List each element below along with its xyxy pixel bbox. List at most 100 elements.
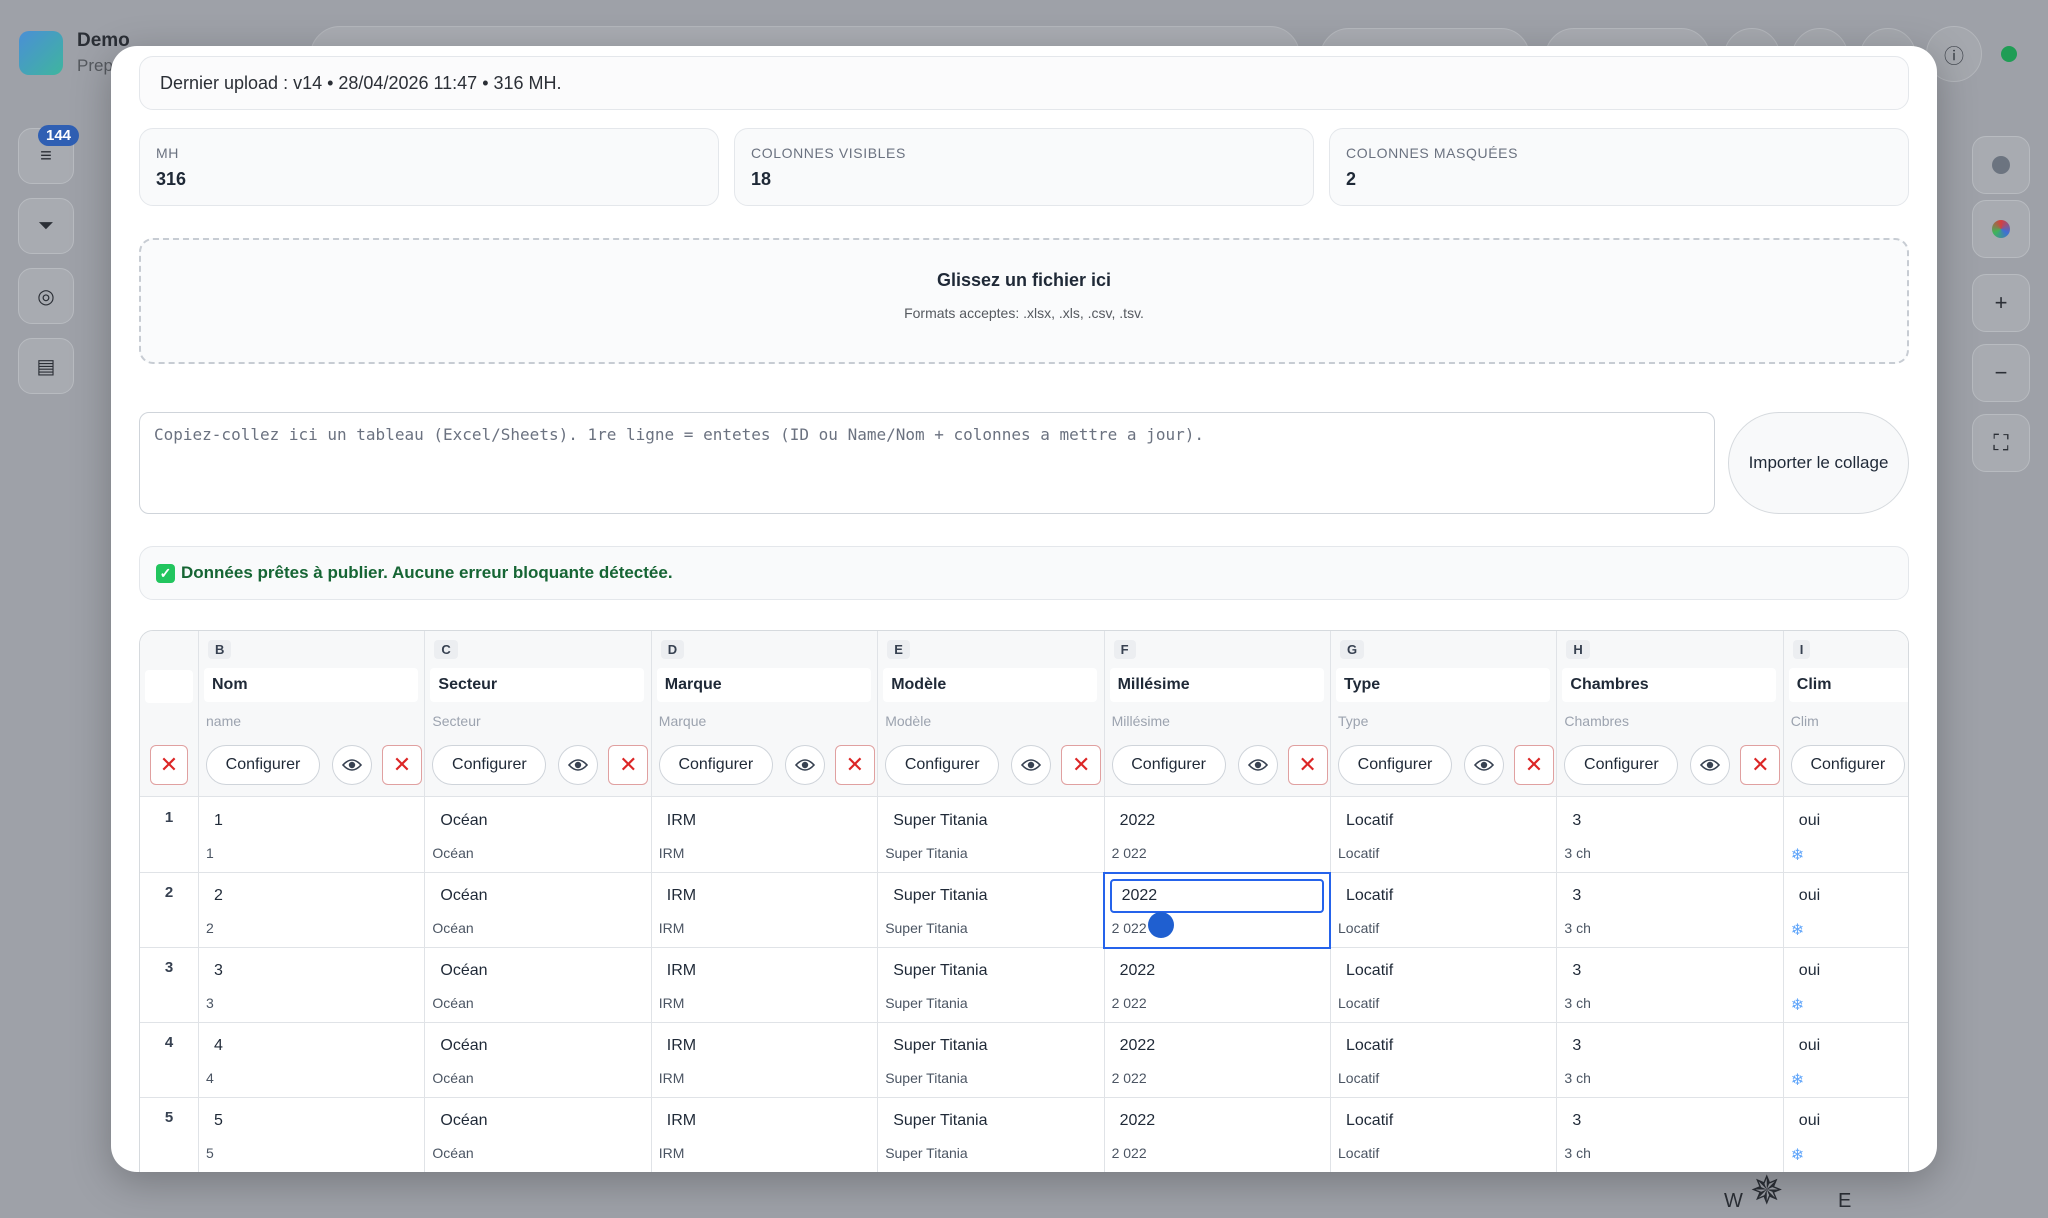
cell-input[interactable]: 3 (1562, 954, 1777, 988)
cell-input[interactable]: 1 (204, 804, 418, 838)
cell-input[interactable]: Locatif (1336, 879, 1550, 913)
toggle-visibility-button[interactable] (1690, 745, 1731, 785)
column-name-input[interactable]: Marque (656, 668, 871, 702)
app-logo (19, 31, 63, 75)
cell-formatted-value: 3 ch (1564, 920, 1591, 936)
delete-row-column-button[interactable]: ✕ (150, 745, 188, 785)
target-icon[interactable]: ◎ (18, 268, 74, 324)
cell-input[interactable]: oui (1788, 879, 1908, 913)
row-number: 2 (164, 884, 174, 901)
eye-icon (1021, 759, 1042, 771)
column-name-input[interactable]: Modèle (883, 668, 1098, 702)
zoom-in-button[interactable]: + (1972, 274, 2030, 332)
cell-input[interactable]: IRM (656, 954, 871, 988)
cell-input[interactable]: 3 (1562, 804, 1777, 838)
column-key-label: Secteur (432, 713, 481, 729)
column-letter: H (1566, 640, 1590, 659)
cell-input[interactable]: Locatif (1336, 954, 1550, 988)
cell-input[interactable]: oui (1788, 1104, 1908, 1138)
delete-column-button[interactable]: ✕ (834, 745, 875, 785)
cell-input[interactable]: Océan (430, 1029, 645, 1063)
stat-card-hidden-columns: COLONNES MASQUÉES 2 (1329, 128, 1909, 206)
column-name-input[interactable]: Secteur (430, 668, 645, 702)
cell-formatted-value: Super Titania (885, 995, 968, 1011)
configure-column-button[interactable]: Configurer (885, 745, 1000, 785)
cell-input[interactable]: Océan (430, 954, 645, 988)
fullscreen-button[interactable]: ⛶ (1972, 414, 2030, 472)
cell-input[interactable]: Océan (430, 804, 645, 838)
configure-column-button[interactable]: Configurer (658, 745, 773, 785)
cell-formatted-value: 3 ch (1564, 995, 1591, 1011)
column-name-input[interactable]: Type (1336, 668, 1550, 702)
cell-input[interactable]: 2 (204, 879, 418, 913)
configure-column-button[interactable]: Configurer (432, 745, 547, 785)
cell-input[interactable]: Super Titania (883, 1029, 1098, 1063)
cell-input[interactable]: 4 (204, 1029, 418, 1063)
configure-column-button[interactable]: Configurer (1111, 745, 1226, 785)
cell-input[interactable]: oui (1788, 1029, 1908, 1063)
cell-drag-handle[interactable] (1147, 912, 1174, 938)
filter-icon[interactable]: ⏷ (18, 198, 74, 254)
layer-gray-button[interactable] (1972, 136, 2030, 194)
cell-input[interactable]: IRM (656, 1029, 871, 1063)
zoom-out-button[interactable]: − (1972, 344, 2030, 402)
cell-input[interactable]: 2022 (1109, 804, 1324, 838)
cell-formatted-value: IRM (658, 920, 685, 936)
cell-input[interactable]: IRM (656, 1104, 871, 1138)
column-name-input[interactable]: Millésime (1109, 668, 1324, 702)
configure-column-button[interactable]: Configurer (206, 745, 320, 785)
column-name-input[interactable]: Nom (204, 668, 418, 702)
cell-input[interactable]: Super Titania (883, 804, 1098, 838)
cell-input[interactable]: 3 (1562, 1029, 1777, 1063)
delete-column-button[interactable]: ✕ (382, 745, 422, 785)
column-name-input[interactable]: Clim (1788, 668, 1908, 702)
snowflake-icon: ❄ (1790, 1072, 1805, 1089)
cell-input[interactable]: Super Titania (883, 954, 1098, 988)
cell-input[interactable]: Locatif (1336, 1104, 1550, 1138)
delete-column-button[interactable]: ✕ (1061, 745, 1102, 785)
toggle-visibility-button[interactable] (558, 745, 599, 785)
toggle-visibility-button[interactable] (1237, 745, 1278, 785)
cell-input[interactable]: 2022 (1109, 1029, 1324, 1063)
import-paste-button[interactable]: Importer le collage (1728, 412, 1909, 514)
delete-column-button[interactable]: ✕ (1740, 745, 1781, 785)
layer-color-button[interactable] (1972, 200, 2030, 258)
cell-input[interactable]: oui (1788, 954, 1908, 988)
check-icon: ✓ (156, 563, 175, 583)
cell-input[interactable]: Océan (430, 879, 645, 913)
toggle-visibility-button[interactable] (784, 745, 825, 785)
paste-table-input[interactable] (139, 412, 1715, 514)
document-icon[interactable]: ▤ (18, 338, 74, 394)
cell-input[interactable]: Océan (430, 1104, 645, 1138)
delete-column-button[interactable]: ✕ (1287, 745, 1328, 785)
cell-input[interactable]: 3 (204, 954, 418, 988)
cell-input[interactable]: 5 (204, 1104, 418, 1138)
grid-column-g: G Type Type Configurer ✕ Locatif Locatif Locati… (1330, 631, 1556, 1172)
configure-column-button[interactable]: Configurer (1790, 745, 1905, 785)
stat-label: COLONNES VISIBLES (751, 145, 906, 161)
toggle-visibility-button[interactable] (1011, 745, 1052, 785)
cell-input[interactable]: 2022 (1109, 1104, 1324, 1138)
cell-input[interactable]: IRM (656, 804, 871, 838)
cell-input[interactable]: 3 (1562, 879, 1777, 913)
cell-input[interactable]: oui (1788, 804, 1908, 838)
cell-input[interactable]: 2022 (1109, 954, 1324, 988)
delete-column-button[interactable]: ✕ (608, 745, 649, 785)
file-dropzone[interactable]: Glissez un fichier ici Formats acceptes:… (139, 238, 1909, 364)
cell-input[interactable]: Super Titania (883, 879, 1098, 913)
toggle-visibility-button[interactable] (332, 745, 372, 785)
cell-input[interactable]: IRM (656, 879, 871, 913)
cell-input[interactable]: Locatif (1336, 1029, 1550, 1063)
cell-input[interactable]: Locatif (1336, 804, 1550, 838)
toggle-visibility-button[interactable] (1464, 745, 1504, 785)
dropzone-formats: Formats acceptes: .xlsx, .xls, .csv, .ts… (904, 305, 1144, 321)
delete-column-button[interactable]: ✕ (1514, 745, 1554, 785)
stat-card-mh: MH 316 (139, 128, 719, 206)
selected-cell-frame (1102, 872, 1331, 949)
configure-column-button[interactable]: Configurer (1564, 745, 1679, 785)
cell-input[interactable]: 3 (1562, 1104, 1777, 1138)
cell-formatted-value: 2 022 (1111, 995, 1147, 1011)
cell-input[interactable]: Super Titania (883, 1104, 1098, 1138)
configure-column-button[interactable]: Configurer (1338, 745, 1452, 785)
column-name-input[interactable]: Chambres (1562, 668, 1777, 702)
